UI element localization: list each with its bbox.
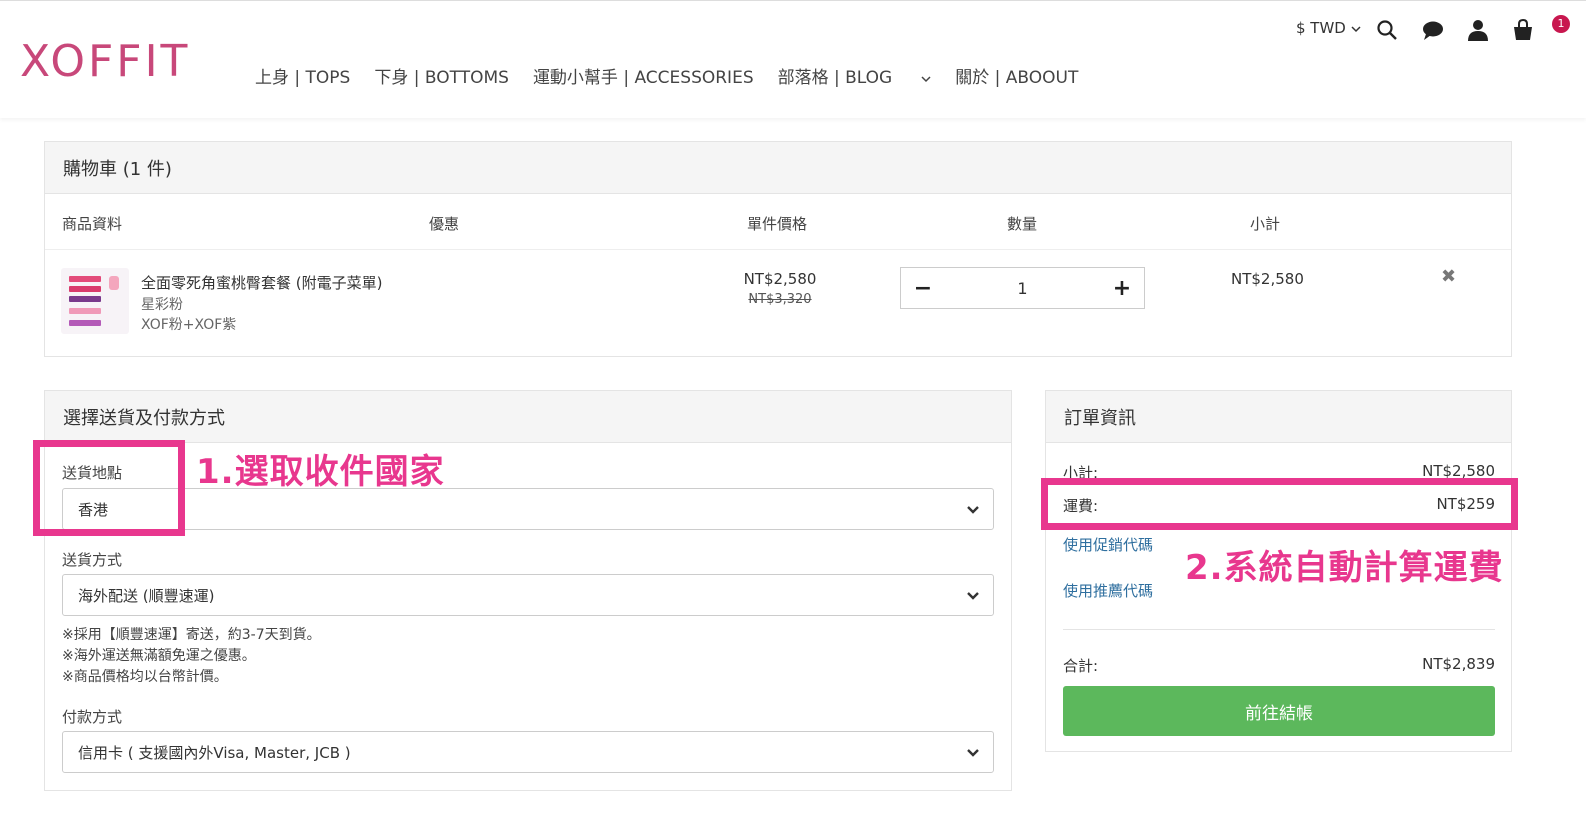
cart-icon[interactable] (1510, 17, 1536, 43)
quantity-input[interactable]: 1 (1017, 279, 1027, 298)
cart-item-row: 全面零死角蜜桃臀套餐 (附電子菜單) 星彩粉 XOF粉+XOF紫 NT$2,58… (45, 250, 1511, 356)
shipping-method-label: 送貨方式 (62, 551, 123, 569)
destination-select[interactable]: 香港 (62, 488, 994, 530)
thumb-bar (69, 286, 101, 292)
thumb-bottle (109, 276, 119, 290)
shipping-note: ※採用【順豐速運】寄送，約3-7天到貨。 (62, 627, 321, 643)
order-total-row: 合計: NT$2,839 (1063, 655, 1495, 676)
checkout-button[interactable]: 前往結帳 (1063, 686, 1495, 736)
shipping-payment-panel: 選擇送貨及付款方式 送貨地點 香港 送貨方式 海外配送 (順豐速運) ※採用【順… (44, 390, 1012, 791)
shipping-method-value: 海外配送 (順豐速運) (78, 586, 215, 605)
shipping-method-select[interactable]: 海外配送 (順豐速運) (62, 574, 994, 616)
chevron-down-icon (967, 506, 979, 514)
annotation-box-shipping-fee (1041, 478, 1518, 530)
site-logo[interactable]: XOFFIT (20, 37, 190, 87)
annotation-step1: 1.選取收件國家 (196, 452, 445, 492)
item-subtotal: NT$2,580 (1231, 270, 1304, 288)
product-name[interactable]: 全面零死角蜜桃臀套餐 (附電子菜單) (141, 272, 382, 293)
quantity-minus-button[interactable]: − (913, 276, 933, 301)
col-discount: 優惠 (429, 215, 460, 233)
shipping-title: 選擇送貨及付款方式 (45, 391, 1011, 443)
payment-method-select[interactable]: 信用卡 ( 支援國內外Visa, Master, JCB ) (62, 731, 994, 773)
col-product: 商品資料 (62, 215, 123, 233)
nav-item-about[interactable]: 關於 | ABOOUT (955, 63, 1078, 88)
payment-method-value: 信用卡 ( 支援國內外Visa, Master, JCB ) (78, 743, 351, 762)
chevron-down-icon (921, 76, 931, 83)
col-quantity: 數量 (1007, 215, 1038, 233)
annotation-step2: 2.系統自動計算運費 (1185, 548, 1504, 588)
annotation-box-destination (33, 440, 185, 536)
nav-item-accessories[interactable]: 運動小幫手 | ACCESSORIES (533, 63, 754, 88)
chevron-down-icon (967, 592, 979, 600)
remove-item-icon[interactable]: ✖ (1441, 266, 1456, 287)
shipping-note: ※海外運送無滿額免運之優惠。 (62, 648, 256, 664)
currency-selector[interactable]: $ TWD (1296, 19, 1361, 37)
nav-item-bottoms[interactable]: 下身 | BOTTOMS (374, 63, 509, 88)
chat-icon[interactable] (1420, 17, 1446, 43)
search-icon[interactable] (1374, 17, 1400, 43)
cart-panel: 購物車 (1 件) 商品資料 優惠 單件價格 數量 小計 全面零死角蜜桃臀套餐 … (44, 141, 1512, 357)
product-thumbnail[interactable] (61, 268, 129, 334)
product-variant: 星彩粉 (141, 297, 183, 313)
cart-count-badge: 1 (1552, 15, 1570, 33)
payment-method-label: 付款方式 (62, 708, 123, 726)
col-unit-price: 單件價格 (747, 215, 808, 233)
nav-item-blog-label: 部落格 | BLOG (777, 68, 893, 88)
col-subtotal: 小計 (1250, 215, 1281, 233)
currency-label: $ TWD (1296, 19, 1346, 37)
referral-code-link[interactable]: 使用推薦代碼 (1063, 580, 1153, 601)
order-total-label: 合計: (1063, 657, 1099, 675)
thumb-bar (69, 276, 101, 282)
order-divider (1063, 629, 1495, 630)
product-variant: XOF粉+XOF紫 (141, 317, 237, 333)
main-nav: 上身 | TOPS 下身 | BOTTOMS 運動小幫手 | ACCESSORI… (255, 63, 1102, 88)
thumb-bar (69, 320, 101, 326)
order-title: 訂單資訊 (1046, 391, 1511, 443)
cart-column-headers: 商品資料 優惠 單件價格 數量 小計 (45, 194, 1511, 250)
order-total-value: NT$2,839 (1422, 655, 1495, 673)
promo-code-link[interactable]: 使用促銷代碼 (1063, 534, 1153, 555)
cart-title: 購物車 (1 件) (45, 142, 1511, 194)
original-price: NT$3,320 (748, 292, 812, 307)
nav-item-blog[interactable]: 部落格 | BLOG (778, 63, 932, 88)
chevron-down-icon (967, 749, 979, 757)
unit-price: NT$2,580 (743, 270, 817, 288)
user-icon[interactable] (1465, 17, 1491, 43)
thumb-bar (69, 296, 101, 302)
shipping-note: ※商品價格均以台幣計價。 (62, 669, 228, 685)
site-header: XOFFIT 上身 | TOPS 下身 | BOTTOMS 運動小幫手 | AC… (0, 0, 1586, 118)
chevron-down-icon (1351, 26, 1361, 33)
thumb-bar (69, 308, 101, 314)
nav-item-tops[interactable]: 上身 | TOPS (255, 63, 350, 88)
quantity-plus-button[interactable]: + (1112, 276, 1132, 301)
quantity-stepper: − 1 + (900, 267, 1145, 309)
